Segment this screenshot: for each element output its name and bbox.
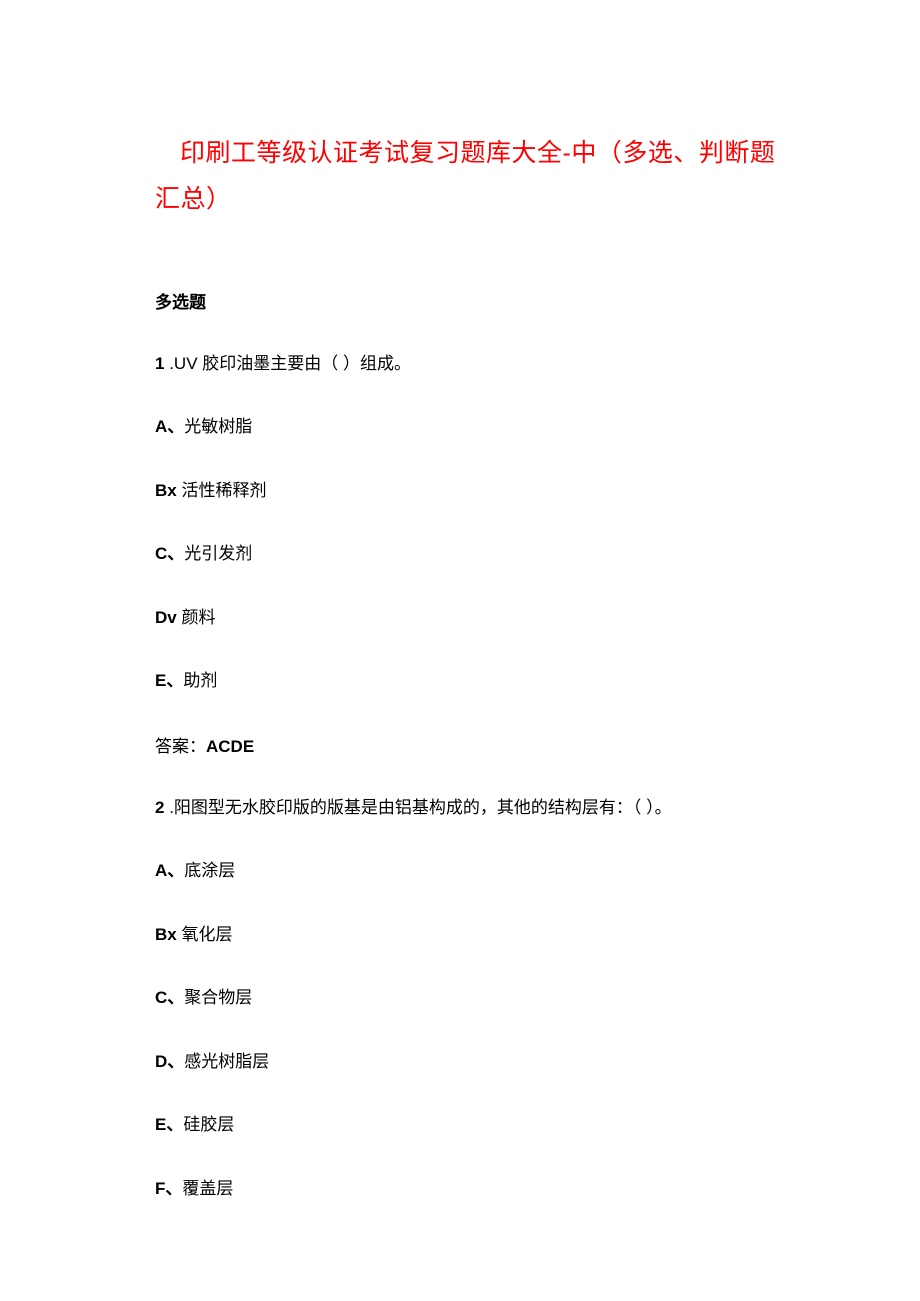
option-label: Dv xyxy=(155,608,181,627)
option-label: Bx xyxy=(155,925,181,944)
option-1-a: A、光敏树脂 xyxy=(155,414,780,440)
question-number: 1 xyxy=(155,354,164,373)
option-label: F、 xyxy=(155,1179,182,1198)
option-text: 硅胶层 xyxy=(183,1115,234,1134)
option-text: 聚合物层 xyxy=(184,988,252,1007)
option-2-a: A、底涂层 xyxy=(155,858,780,884)
option-1-e: E、助剂 xyxy=(155,668,780,694)
option-text: 光引发剂 xyxy=(184,544,252,563)
answer-1: 答案：ACDE xyxy=(155,732,780,757)
document-title: 印刷工等级认证考试复习题库大全-中（多选、判断题汇总） xyxy=(155,130,780,223)
option-1-b: Bx 活性稀释剂 xyxy=(155,478,780,504)
option-label: E、 xyxy=(155,1115,183,1134)
option-label: D、 xyxy=(155,1052,184,1071)
option-label: A、 xyxy=(155,861,184,880)
option-label: A、 xyxy=(155,417,184,436)
option-2-f: F、覆盖层 xyxy=(155,1176,780,1202)
option-2-b: Bx 氧化层 xyxy=(155,922,780,948)
option-label: C、 xyxy=(155,988,184,1007)
answer-label: 答案： xyxy=(155,737,206,756)
option-text: 覆盖层 xyxy=(182,1179,233,1198)
answer-value: ACDE xyxy=(206,737,254,756)
option-1-d: Dv 颜料 xyxy=(155,605,780,631)
option-label: Bx xyxy=(155,481,181,500)
option-2-d: D、感光树脂层 xyxy=(155,1049,780,1075)
option-1-c: C、光引发剂 xyxy=(155,541,780,567)
option-label: E、 xyxy=(155,671,183,690)
option-text: 氧化层 xyxy=(181,925,232,944)
option-text: 底涂层 xyxy=(184,861,235,880)
option-text: 助剂 xyxy=(183,671,217,690)
option-2-e: E、硅胶层 xyxy=(155,1112,780,1138)
option-text: 颜料 xyxy=(181,608,215,627)
section-heading: 多选题 xyxy=(155,288,780,313)
option-text: 光敏树脂 xyxy=(184,417,252,436)
option-text: 感光树脂层 xyxy=(184,1052,269,1071)
option-label: C、 xyxy=(155,544,184,563)
option-text: 活性稀释剂 xyxy=(181,481,266,500)
question-text: .阳图型无水胶印版的版基是由铝基构成的，其他的结构层有：（ ）。 xyxy=(169,798,671,817)
question-1: 1 .UV 胶印油墨主要由（ ）组成。 xyxy=(155,351,780,377)
option-2-c: C、聚合物层 xyxy=(155,985,780,1011)
question-2: 2 .阳图型无水胶印版的版基是由铝基构成的，其他的结构层有：（ ）。 xyxy=(155,795,780,821)
question-number: 2 xyxy=(155,798,164,817)
question-text: .UV 胶印油墨主要由（ ）组成。 xyxy=(169,354,411,373)
